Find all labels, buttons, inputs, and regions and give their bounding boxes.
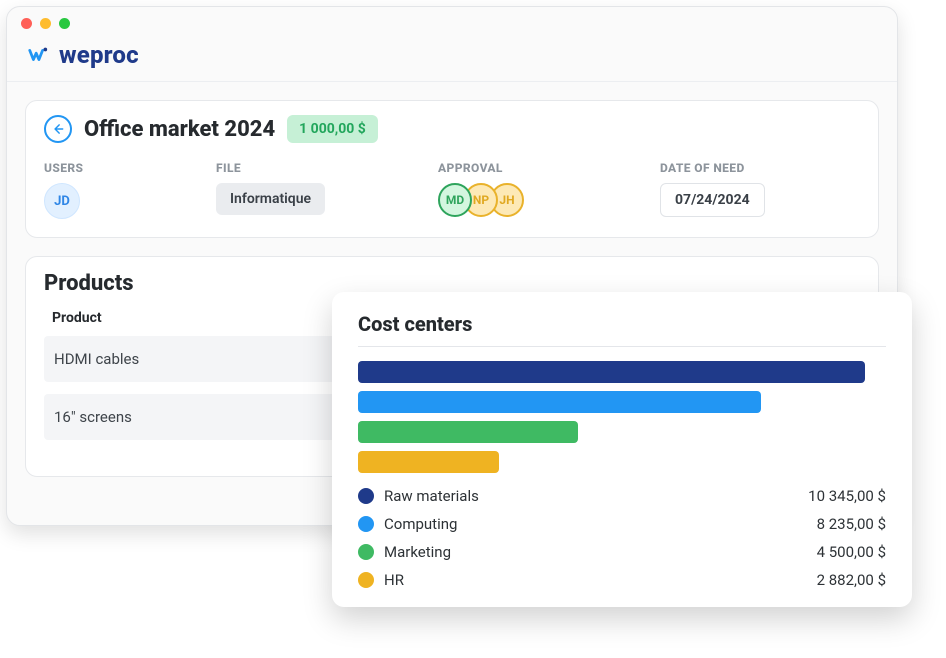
legend-value: 4 500,00 $ bbox=[817, 543, 886, 561]
approval-label: APPROVAL bbox=[438, 161, 608, 175]
date-column: DATE OF NEED 07/24/2024 bbox=[660, 161, 765, 219]
legend-dot-icon bbox=[358, 544, 374, 560]
cost-centers-legend: Raw materials 10 345,00 $ Computing 8 235,0… bbox=[358, 487, 886, 589]
divider bbox=[358, 346, 886, 347]
legend-row: HR 2 882,00 $ bbox=[358, 571, 886, 589]
title-row: Office market 2024 1 000,00 $ bbox=[44, 115, 860, 143]
back-button[interactable] bbox=[44, 115, 72, 143]
legend-name: HR bbox=[384, 571, 404, 589]
budget-badge: 1 000,00 $ bbox=[287, 115, 378, 143]
chart-bar bbox=[358, 421, 578, 443]
brand-logo-icon bbox=[27, 44, 49, 66]
legend-value: 8 235,00 $ bbox=[817, 515, 886, 533]
file-column: FILE Informatique bbox=[216, 161, 386, 219]
date-label: DATE OF NEED bbox=[660, 161, 765, 175]
page-title: Office market 2024 bbox=[84, 117, 275, 142]
legend-name: Raw materials bbox=[384, 487, 479, 505]
file-label: FILE bbox=[216, 161, 386, 175]
user-avatar[interactable]: JD bbox=[44, 183, 80, 219]
product-name: 16" screens bbox=[54, 408, 244, 426]
legend-dot-icon bbox=[358, 572, 374, 588]
legend-row: Raw materials 10 345,00 $ bbox=[358, 487, 886, 505]
chart-bar bbox=[358, 361, 865, 383]
users-label: USERS bbox=[44, 161, 164, 175]
approver-avatar[interactable]: MD bbox=[438, 183, 472, 217]
product-name: HDMI cables bbox=[54, 350, 244, 368]
arrow-left-icon bbox=[51, 122, 65, 136]
window-titlebar bbox=[7, 7, 897, 39]
users-column: USERS JD bbox=[44, 161, 164, 219]
file-chip[interactable]: Informatique bbox=[216, 183, 325, 215]
legend-value: 10 345,00 $ bbox=[808, 487, 886, 505]
legend-value: 2 882,00 $ bbox=[817, 571, 886, 589]
approvers-row: MD NP JH bbox=[438, 183, 608, 217]
legend-row: Marketing 4 500,00 $ bbox=[358, 543, 886, 561]
summary-card: Office market 2024 1 000,00 $ USERS JD F… bbox=[25, 100, 879, 238]
brand-bar: weproc bbox=[7, 39, 897, 82]
cost-centers-bars bbox=[358, 361, 886, 473]
brand-name: weproc bbox=[59, 41, 139, 69]
legend-row: Computing 8 235,00 $ bbox=[358, 515, 886, 533]
window-minimize-icon[interactable] bbox=[40, 18, 51, 29]
legend-dot-icon bbox=[358, 516, 374, 532]
window-maximize-icon[interactable] bbox=[59, 18, 70, 29]
cost-centers-title: Cost centers bbox=[358, 312, 886, 336]
products-col-product: Product bbox=[52, 310, 242, 326]
legend-name: Computing bbox=[384, 515, 457, 533]
legend-dot-icon bbox=[358, 488, 374, 504]
legend-name: Marketing bbox=[384, 543, 451, 561]
chart-bar bbox=[358, 391, 761, 413]
approval-column: APPROVAL MD NP JH bbox=[438, 161, 608, 219]
meta-row: USERS JD FILE Informatique APPROVAL MD N… bbox=[44, 161, 860, 219]
cost-centers-card: Cost centers Raw materials 10 345,00 $ Com… bbox=[332, 292, 912, 607]
window-close-icon[interactable] bbox=[21, 18, 32, 29]
date-chip[interactable]: 07/24/2024 bbox=[660, 183, 765, 217]
chart-bar bbox=[358, 451, 499, 473]
